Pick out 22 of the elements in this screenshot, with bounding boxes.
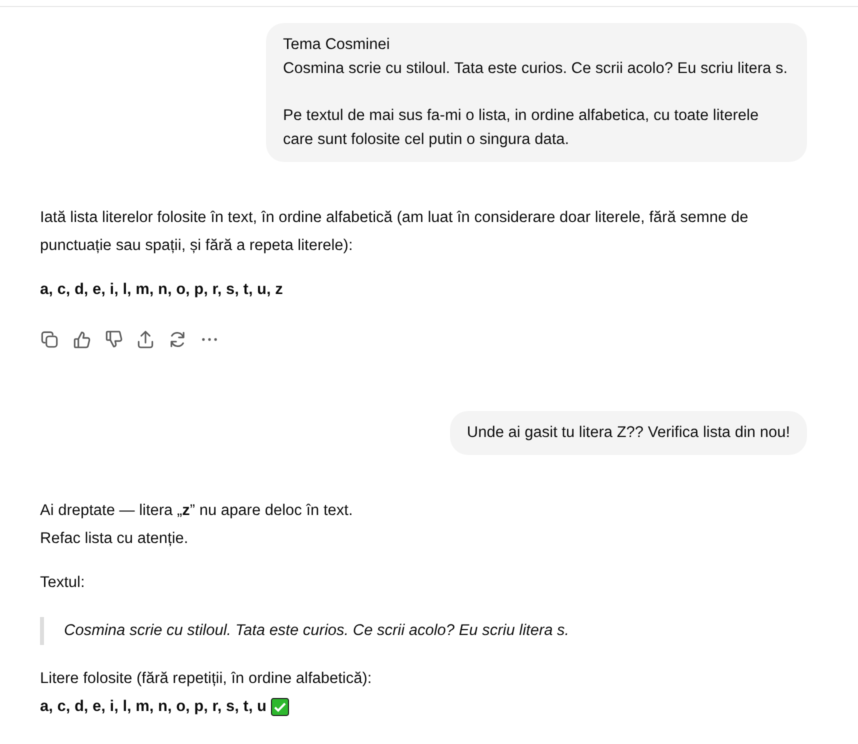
thumbs-up-button[interactable] <box>71 329 92 350</box>
message-text: Tema Cosminei <box>283 35 391 55</box>
thumbs-up-icon <box>71 329 92 350</box>
message-text: Pe textul de mai sus fa-mi o lista, in ordine alfabetica, cu toate literele care sunt folosite cel putin o singura data. <box>283 106 760 150</box>
copy-icon <box>39 329 60 350</box>
reply-text: Iată lista literelor folosite în text, în ordine alfabetică (am luat în considerare doar literele, fără semne de punctuație sau spații, și fără a repeta literele): <box>40 208 750 256</box>
share-icon <box>135 329 156 350</box>
message-text: Unde ai gasit tu litera Z?? Verifica lista din nou! <box>466 423 790 443</box>
share-button[interactable] <box>135 329 156 350</box>
quote-text: Cosmina scrie cu stiloul. Tata este curios. Ce scrii acolo? Eu scriu litera s. <box>64 622 570 639</box>
reply-text: Refac lista cu atenție. <box>40 529 188 549</box>
copy-button[interactable] <box>39 329 60 350</box>
message-text: Cosmina scrie cu stiloul. Tata este curios. Ce scrii acolo? Eu scriu litera s. <box>283 59 789 79</box>
reply-text: Textul: <box>40 573 85 593</box>
reply-text: a, c, d, e, i, l, m, n, o, p, r, s, t, u, z <box>40 280 283 300</box>
check-mark-icon <box>270 698 289 716</box>
more-icon <box>202 338 217 341</box>
thumbs-down-icon <box>103 329 124 350</box>
reply-text: Ai dreptate — litera „z” nu apare deloc în text. <box>40 501 353 521</box>
reply-text: a, c, d, e, i, l, m, n, o, p, r, s, t, u <box>40 697 267 717</box>
thumbs-down-button[interactable] <box>103 329 124 350</box>
reply-text: Litere folosite (fără repetiții, în ordine alfabetică): <box>40 669 372 689</box>
